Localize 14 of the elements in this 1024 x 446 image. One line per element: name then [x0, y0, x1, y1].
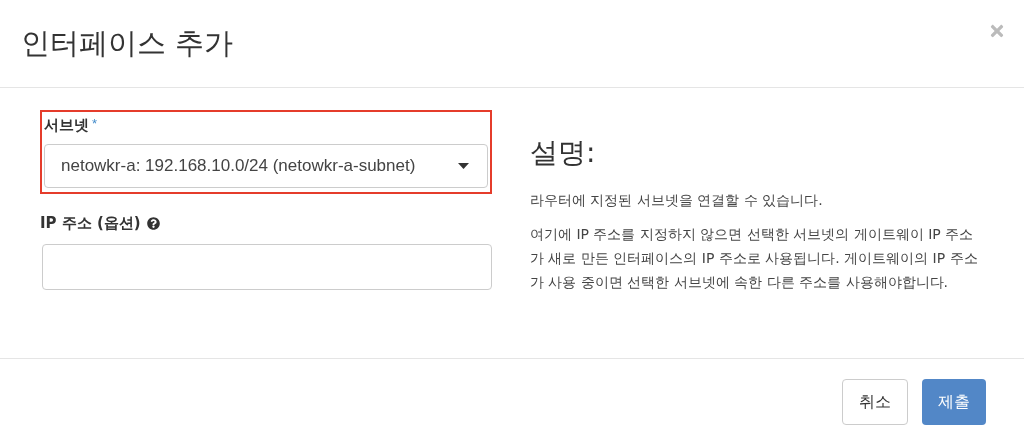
description-text: 라우터에 지정된 서브넷을 연결할 수 있습니다.: [530, 191, 824, 210]
ip-address-label: IP 주소 (옵션): [40, 212, 141, 234]
caret-icon: [458, 163, 469, 169]
close-icon[interactable]: [988, 22, 1006, 40]
submit-button[interactable]: 제출: [922, 379, 986, 425]
cancel-button[interactable]: 취소: [842, 379, 908, 425]
ip-address-field[interactable]: [42, 244, 492, 290]
dialog-title: 인터페이스 추가: [21, 24, 234, 62]
required-mark: *: [92, 115, 98, 133]
help-icon[interactable]: [146, 216, 160, 230]
description-text: 여기에 IP 주소를 지정하지 않으면 선택한 서브넷의 게이트웨이 IP 주소가 새로 만든 인터페이스의 IP 주소로 사용됩니다. 게이트웨이의 IP 주소가 사용 중이면 선택한 서브넷에 속한 다른 주소를 사용해야합니다.: [530, 225, 979, 292]
subnet-select[interactable]: netowkr-a: 192.168.10.0/24 (netowkr-a-subnet): [44, 144, 488, 188]
subnet-label: 서브넷: [44, 115, 89, 136]
description-heading: 설명:: [530, 135, 597, 171]
